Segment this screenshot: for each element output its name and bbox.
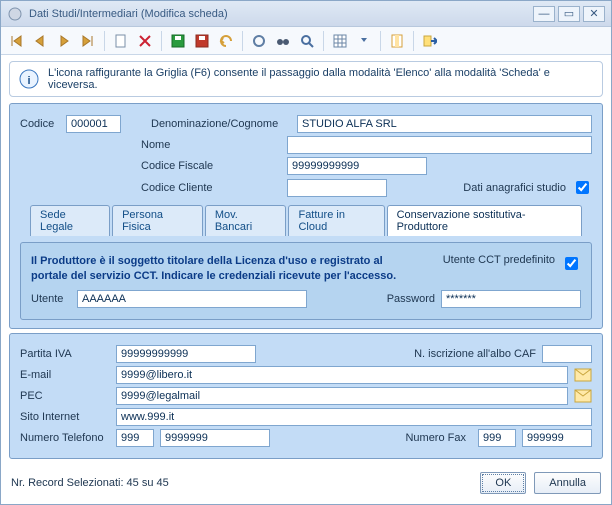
separator: [380, 31, 381, 51]
codice-field[interactable]: [66, 115, 121, 133]
tab-persona-fisica[interactable]: Persona Fisica: [112, 205, 203, 236]
undo-icon[interactable]: [215, 30, 237, 52]
codcli-field[interactable]: [287, 179, 387, 197]
mail-icon[interactable]: [574, 368, 592, 382]
pec-field[interactable]: [116, 387, 568, 405]
tab-conservazione[interactable]: Conservazione sostitutiva-Produttore: [387, 205, 582, 236]
exit-icon[interactable]: [419, 30, 441, 52]
tab-mov-bancari[interactable]: Mov. Bancari: [205, 205, 287, 236]
tab-strip: Sede Legale Persona Fisica Mov. Bancari …: [30, 205, 582, 236]
bottom-panel: Partita IVA N. iscrizione all'albo CAF E…: [9, 333, 603, 459]
binoculars-icon[interactable]: [272, 30, 294, 52]
new-icon[interactable]: [110, 30, 132, 52]
email-field[interactable]: [116, 366, 568, 384]
grid-icon[interactable]: [329, 30, 351, 52]
minimize-button[interactable]: —: [533, 6, 555, 22]
piva-field[interactable]: [116, 345, 256, 363]
footer: Nr. Record Selezionati: 45 su 45 OK Annu…: [1, 466, 611, 504]
piva-label: Partita IVA: [20, 348, 110, 360]
telefono-numero-field[interactable]: [160, 429, 270, 447]
produttore-message: Il Produttore è il soggetto titolare del…: [31, 254, 411, 284]
codcli-label: Codice Cliente: [141, 182, 281, 194]
refresh-icon[interactable]: [248, 30, 270, 52]
predefinito-label: Utente CCT predefinito: [443, 254, 555, 266]
tab-sede-legale[interactable]: Sede Legale: [30, 205, 110, 236]
nome-field[interactable]: [287, 136, 592, 154]
codice-label: Codice: [20, 118, 60, 130]
search-icon[interactable]: [296, 30, 318, 52]
nome-label: Nome: [141, 139, 281, 151]
close-button[interactable]: ✕: [583, 6, 605, 22]
delete-icon[interactable]: [134, 30, 156, 52]
anagrafici-label: Dati anagrafici studio: [463, 182, 566, 194]
info-bar: i L'icona raffigurante la Griglia (F6) c…: [9, 61, 603, 97]
save-red-icon[interactable]: [191, 30, 213, 52]
separator: [161, 31, 162, 51]
utente-field[interactable]: [77, 290, 307, 308]
sito-field[interactable]: [116, 408, 592, 426]
separator: [323, 31, 324, 51]
produttore-box: Il Produttore è il soggetto titolare del…: [20, 242, 592, 320]
titlebar: Dati Studi/Intermediari (Modifica scheda…: [1, 1, 611, 27]
cf-field[interactable]: [287, 157, 427, 175]
separator: [242, 31, 243, 51]
next-record-icon[interactable]: [53, 30, 75, 52]
last-record-icon[interactable]: [77, 30, 99, 52]
telefono-label: Numero Telefono: [20, 432, 110, 444]
maximize-button[interactable]: ▭: [558, 6, 580, 22]
mail-icon[interactable]: [574, 389, 592, 403]
iscrizione-label: N. iscrizione all'albo CAF: [414, 348, 536, 360]
info-icon: i: [18, 68, 40, 90]
email-label: E-mail: [20, 369, 110, 381]
window-title: Dati Studi/Intermediari (Modifica scheda…: [29, 8, 530, 20]
password-field[interactable]: [441, 290, 581, 308]
top-panel: Codice Denominazione/Cognome Nome Codice…: [9, 103, 603, 329]
ok-button[interactable]: OK: [480, 472, 526, 494]
save-icon[interactable]: [167, 30, 189, 52]
tab-fatture-cloud[interactable]: Fatture in Cloud: [288, 205, 384, 236]
fax-numero-field[interactable]: [522, 429, 592, 447]
password-label: Password: [387, 293, 435, 305]
arrow-down-icon[interactable]: [353, 30, 375, 52]
first-record-icon[interactable]: [5, 30, 27, 52]
separator: [413, 31, 414, 51]
pec-label: PEC: [20, 390, 110, 402]
separator: [104, 31, 105, 51]
predefinito-checkbox[interactable]: [565, 257, 578, 270]
fax-label: Numero Fax: [405, 432, 466, 444]
record-count: Nr. Record Selezionati: 45 su 45: [11, 477, 169, 489]
fax-prefisso-field[interactable]: [478, 429, 516, 447]
cf-label: Codice Fiscale: [141, 160, 281, 172]
prev-record-icon[interactable]: [29, 30, 51, 52]
denominazione-field[interactable]: [297, 115, 592, 133]
select-column-icon[interactable]: [386, 30, 408, 52]
utente-label: Utente: [31, 293, 71, 305]
window: Dati Studi/Intermediari (Modifica scheda…: [0, 0, 612, 505]
info-text: L'icona raffigurante la Griglia (F6) con…: [48, 67, 594, 91]
iscrizione-field[interactable]: [542, 345, 592, 363]
denominazione-label: Denominazione/Cognome: [151, 118, 291, 130]
annulla-button[interactable]: Annulla: [534, 472, 601, 494]
toolbar: [1, 27, 611, 55]
svg-text:i: i: [27, 75, 30, 87]
anagrafici-checkbox[interactable]: [576, 181, 589, 194]
telefono-prefisso-field[interactable]: [116, 429, 154, 447]
app-icon: [7, 6, 23, 22]
sito-label: Sito Internet: [20, 411, 110, 423]
